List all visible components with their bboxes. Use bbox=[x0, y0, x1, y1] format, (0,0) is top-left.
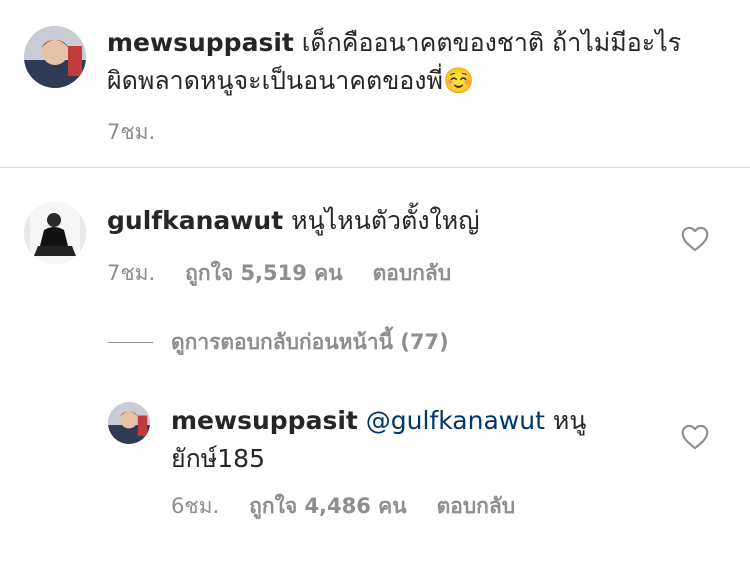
comment-time: 7ชม. bbox=[107, 261, 156, 285]
replies-line bbox=[108, 342, 153, 343]
reply-text: mewsuppasit @gulfkanawut หนู ยักษ์185 bbox=[171, 402, 641, 478]
avatar-mewsuppasit[interactable] bbox=[24, 26, 86, 88]
divider bbox=[0, 167, 750, 168]
comment-meta: 7ชม. ถูกใจ 5,519 คน ตอบกลับ bbox=[107, 257, 451, 290]
caption-username[interactable]: mewsuppasit bbox=[107, 28, 294, 57]
reply-reply-button[interactable]: ตอบกลับ bbox=[437, 490, 516, 523]
reply-likes-link[interactable]: ถูกใจ 4,486 คน bbox=[249, 490, 406, 523]
caption-text-line1: เด็กคืออนาคตของชาติ ถ้าไม่มีอะไร bbox=[301, 28, 682, 57]
reply-meta: 6ชม. ถูกใจ 4,486 คน ตอบกลับ bbox=[171, 490, 515, 523]
comment-likes-link[interactable]: ถูกใจ 5,519 คน bbox=[185, 257, 342, 290]
view-previous-replies-label: ดูการตอบกลับก่อนหน้านี้ (77) bbox=[171, 330, 449, 354]
heart-outline-icon[interactable] bbox=[681, 424, 709, 450]
comment-username[interactable]: gulfkanawut bbox=[107, 206, 283, 235]
reply-time: 6ชม. bbox=[171, 494, 220, 518]
reply-body-part2: ยักษ์185 bbox=[171, 444, 265, 473]
smiling-emoji-icon: ☺️ bbox=[443, 66, 475, 95]
caption-text-line2: ผิดพลาดหนูจะเป็นอนาคตของพี่ bbox=[107, 66, 443, 95]
reply-username[interactable]: mewsuppasit bbox=[171, 406, 358, 435]
comment-reply-button[interactable]: ตอบกลับ bbox=[373, 257, 452, 290]
caption-meta: 7ชม. bbox=[107, 116, 155, 149]
caption-text: mewsuppasit เด็กคืออนาคตของชาติ ถ้าไม่มี… bbox=[107, 24, 727, 100]
heart-outline-icon[interactable] bbox=[681, 226, 709, 252]
reply-mention-link[interactable]: @gulfkanawut bbox=[366, 406, 545, 435]
avatar-gulfkanawut[interactable] bbox=[24, 202, 86, 264]
view-previous-replies-button[interactable]: ดูการตอบกลับก่อนหน้านี้ (77) bbox=[108, 326, 449, 359]
avatar-mewsuppasit-reply[interactable] bbox=[108, 402, 150, 444]
comment-body: หนูไหนตัวตั้งใหญ่ bbox=[291, 206, 480, 235]
reply-body-part1: หนู bbox=[552, 406, 587, 435]
comment-text: gulfkanawut หนูไหนตัวตั้งใหญ่ bbox=[107, 202, 667, 240]
caption-time: 7ชม. bbox=[107, 120, 156, 144]
